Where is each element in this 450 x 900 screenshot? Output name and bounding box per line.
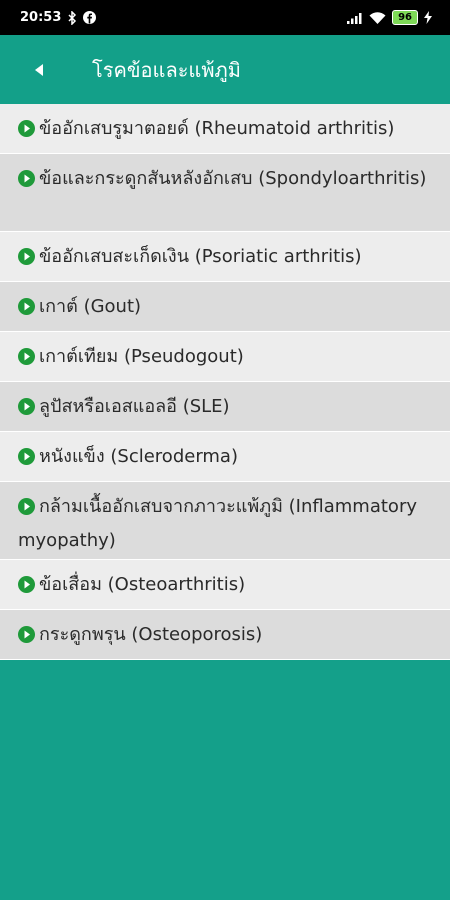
status-bar: 20:53 96	[0, 0, 450, 35]
play-bullet-icon	[18, 572, 35, 603]
list-item[interactable]: ข้อเสื่อม (Osteoarthritis)	[0, 560, 450, 610]
bluetooth-icon	[67, 10, 77, 25]
list-item-label: ข้อและกระดูกสันหลังอักเสบ (Spondyloarthr…	[39, 168, 427, 189]
signal-icon	[347, 12, 363, 24]
list-item-label: เกาต์ (Gout)	[39, 296, 142, 317]
play-bullet-icon	[18, 444, 35, 475]
list-item-label: ลูปัสหรือเอสแอลอี (SLE)	[39, 396, 230, 417]
list-item[interactable]: หนังแข็ง (Scleroderma)	[0, 432, 450, 482]
play-bullet-icon	[18, 344, 35, 375]
disease-list: ข้ออักเสบรูมาตอยด์ (Rheumatoid arthritis…	[0, 104, 450, 660]
play-bullet-icon	[18, 394, 35, 425]
list-item[interactable]: กระดูกพรุน (Osteoporosis)	[0, 610, 450, 660]
list-item-label: ข้อเสื่อม (Osteoarthritis)	[39, 574, 246, 595]
back-arrow-icon	[34, 63, 43, 76]
back-button[interactable]	[32, 58, 46, 82]
status-time: 20:53	[20, 10, 62, 25]
list-item-label: ข้ออักเสบรูมาตอยด์ (Rheumatoid arthritis…	[39, 118, 395, 139]
list-item[interactable]: เกาต์ (Gout)	[0, 282, 450, 332]
list-item-label: ข้ออักเสบสะเก็ดเงิน (Psoriatic arthritis…	[39, 246, 362, 267]
play-bullet-icon	[18, 494, 35, 525]
charging-icon	[424, 11, 432, 24]
list-item[interactable]: ข้อและกระดูกสันหลังอักเสบ (Spondyloarthr…	[0, 154, 450, 232]
wifi-icon	[369, 11, 386, 24]
list-item-label: เกาต์เทียม (Pseudogout)	[39, 346, 244, 367]
list-item[interactable]: ข้ออักเสบรูมาตอยด์ (Rheumatoid arthritis…	[0, 104, 450, 154]
play-bullet-icon	[18, 116, 35, 147]
play-bullet-icon	[18, 294, 35, 325]
app-bar: โรคข้อและแพ้ภูมิ	[0, 35, 450, 104]
play-bullet-icon	[18, 244, 35, 275]
battery-indicator: 96	[392, 10, 418, 25]
page-title: โรคข้อและแพ้ภูมิ	[92, 57, 241, 82]
list-item-label: กล้ามเนื้ออักเสบจากภาวะแพ้ภูมิ (Inflamma…	[18, 496, 417, 551]
list-item[interactable]: เกาต์เทียม (Pseudogout)	[0, 332, 450, 382]
play-bullet-icon	[18, 166, 35, 197]
list-item-label: กระดูกพรุน (Osteoporosis)	[39, 624, 263, 645]
list-item-label: หนังแข็ง (Scleroderma)	[39, 446, 238, 467]
facebook-icon	[83, 11, 97, 24]
list-item[interactable]: ข้ออักเสบสะเก็ดเงิน (Psoriatic arthritis…	[0, 232, 450, 282]
list-item[interactable]: กล้ามเนื้ออักเสบจากภาวะแพ้ภูมิ (Inflamma…	[0, 482, 450, 560]
play-bullet-icon	[18, 622, 35, 653]
list-item[interactable]: ลูปัสหรือเอสแอลอี (SLE)	[0, 382, 450, 432]
